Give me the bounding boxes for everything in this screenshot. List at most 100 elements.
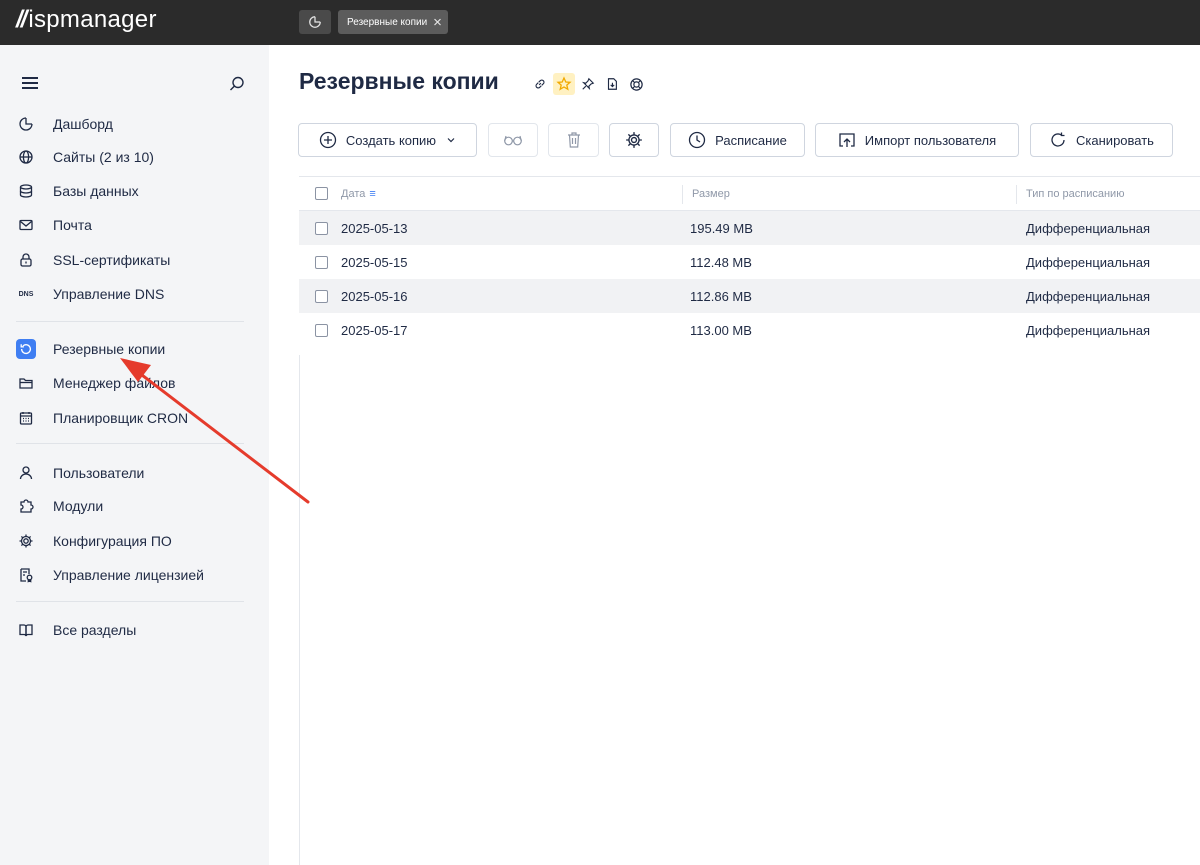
sidebar-divider bbox=[16, 443, 244, 444]
sidebar-item-dns[interactable]: DNS Управление DNS bbox=[16, 280, 165, 308]
close-icon[interactable]: × bbox=[433, 15, 442, 30]
plus-circle-icon bbox=[319, 131, 337, 149]
row-checkbox[interactable] bbox=[315, 211, 328, 245]
backup-icon bbox=[16, 339, 36, 359]
sidebar-item-label: Почта bbox=[53, 217, 92, 233]
table-row[interactable]: 2025-05-17 113.00 MB Дифференциальная bbox=[299, 313, 1200, 347]
download-doc-icon[interactable] bbox=[601, 73, 623, 95]
sidebar-item-databases[interactable]: Базы данных bbox=[16, 177, 139, 205]
table-header: Дата ≡ Размер Тип по расписанию bbox=[299, 176, 1200, 211]
mail-icon bbox=[16, 215, 36, 235]
top-bar: // ispmanager Резервные копии × bbox=[0, 0, 1200, 45]
sidebar-item-license[interactable]: Управление лицензией bbox=[16, 561, 204, 589]
pin-icon[interactable] bbox=[577, 73, 599, 95]
sidebar-item-label: Конфигурация ПО bbox=[53, 533, 172, 549]
sidebar-item-label: Управление DNS bbox=[53, 286, 165, 302]
app-logo[interactable]: // ispmanager bbox=[16, 5, 157, 35]
settings-button[interactable] bbox=[609, 123, 659, 157]
sidebar-item-label: Менеджер файлов bbox=[53, 375, 176, 391]
refresh-icon bbox=[1051, 132, 1065, 147]
sidebar: Дашборд Сайты (2 из 10) Базы данных Почт… bbox=[0, 45, 269, 865]
puzzle-icon bbox=[16, 496, 36, 516]
license-icon bbox=[16, 565, 36, 585]
sidebar-item-label: Модули bbox=[53, 498, 104, 514]
dashboard-tab[interactable] bbox=[299, 10, 331, 34]
backups-table: Дата ≡ Размер Тип по расписанию 2025-05-… bbox=[299, 176, 1200, 347]
sidebar-divider bbox=[16, 321, 244, 322]
table-row[interactable]: 2025-05-16 112.86 MB Дифференциальная bbox=[299, 279, 1200, 313]
sidebar-item-mail[interactable]: Почта bbox=[16, 211, 92, 239]
clock-icon bbox=[689, 131, 706, 149]
table-row[interactable]: 2025-05-13 195.49 MB Дифференциальная bbox=[299, 211, 1200, 245]
cell-size: 195.49 MB bbox=[690, 220, 753, 236]
column-header-schedule-type[interactable]: Тип по расписанию bbox=[1026, 177, 1124, 210]
sidebar-item-cron[interactable]: Планировщик CRON bbox=[16, 404, 188, 432]
import-user-button[interactable]: Импорт пользователя bbox=[815, 123, 1019, 157]
create-backup-label: Создать копию bbox=[345, 132, 437, 148]
scan-label: Сканировать bbox=[1076, 132, 1154, 148]
glasses-icon bbox=[504, 135, 522, 146]
help-lifebuoy-icon[interactable] bbox=[625, 73, 647, 95]
sidebar-item-modules[interactable]: Модули bbox=[16, 492, 103, 520]
sidebar-item-backups[interactable]: Резервные копии bbox=[16, 335, 165, 363]
dashboard-icon bbox=[16, 114, 36, 134]
star-icon[interactable] bbox=[553, 73, 575, 95]
sidebar-item-label: Все разделы bbox=[53, 622, 137, 638]
schedule-button[interactable]: Расписание bbox=[670, 123, 805, 157]
sidebar-item-ssl[interactable]: SSL-сертификаты bbox=[16, 246, 170, 274]
user-icon bbox=[16, 463, 36, 483]
main-panel-border bbox=[299, 355, 300, 865]
schedule-label: Расписание bbox=[715, 132, 787, 148]
create-backup-button[interactable]: Создать копию bbox=[298, 123, 477, 157]
folder-icon bbox=[16, 373, 36, 393]
cell-date: 2025-05-13 bbox=[341, 220, 408, 236]
dns-icon: DNS bbox=[18, 290, 34, 298]
sort-icon[interactable]: ≡ bbox=[369, 188, 375, 200]
lock-icon bbox=[16, 250, 36, 270]
tab-label: Резервные копии bbox=[347, 16, 428, 28]
sidebar-item-software-config[interactable]: Конфигурация ПО bbox=[16, 527, 172, 555]
sidebar-item-sites[interactable]: Сайты (2 из 10) bbox=[16, 143, 154, 171]
cell-date: 2025-05-16 bbox=[341, 288, 408, 304]
link-icon[interactable] bbox=[529, 73, 551, 95]
cell-size: 112.48 MB bbox=[690, 254, 752, 270]
cell-schedule-type: Дифференциальная bbox=[1026, 220, 1151, 236]
chevron-down-icon bbox=[447, 138, 455, 143]
row-checkbox[interactable] bbox=[315, 245, 328, 279]
gear-icon bbox=[16, 531, 36, 551]
logo-mark: // bbox=[16, 6, 27, 33]
table-row[interactable]: 2025-05-15 112.48 MB Дифференциальная bbox=[299, 245, 1200, 279]
sidebar-item-label: Резервные копии bbox=[53, 341, 166, 357]
import-user-label: Импорт пользователя bbox=[864, 132, 997, 148]
column-header-size[interactable]: Размер bbox=[692, 177, 730, 210]
logo-text: ispmanager bbox=[28, 6, 157, 33]
row-checkbox[interactable] bbox=[315, 279, 328, 313]
sidebar-item-users[interactable]: Пользователи bbox=[16, 459, 144, 487]
sidebar-item-label: Планировщик CRON bbox=[53, 410, 189, 426]
row-checkbox[interactable] bbox=[315, 313, 328, 347]
menu-icon[interactable] bbox=[22, 77, 38, 91]
view-button[interactable] bbox=[488, 123, 538, 157]
delete-button[interactable] bbox=[548, 123, 599, 157]
database-icon bbox=[16, 181, 36, 201]
cell-date: 2025-05-15 bbox=[341, 254, 408, 270]
select-all-checkbox[interactable] bbox=[315, 177, 328, 210]
tab-backups[interactable]: Резервные копии × bbox=[338, 10, 448, 34]
column-divider[interactable] bbox=[682, 185, 683, 204]
cell-schedule-type: Дифференциальная bbox=[1026, 254, 1151, 270]
cell-size: 113.00 MB bbox=[690, 322, 752, 338]
sidebar-item-label: Пользователи bbox=[53, 465, 145, 481]
column-header-date[interactable]: Дата ≡ bbox=[341, 177, 376, 210]
sidebar-item-dashboard[interactable]: Дашборд bbox=[16, 110, 113, 138]
search-icon[interactable] bbox=[228, 75, 246, 93]
title-actions bbox=[529, 73, 649, 95]
column-divider[interactable] bbox=[1016, 185, 1017, 204]
upload-icon bbox=[839, 133, 855, 147]
gear-icon bbox=[626, 132, 642, 148]
dashboard-icon bbox=[309, 16, 321, 28]
book-icon bbox=[16, 620, 36, 640]
sidebar-item-all-sections[interactable]: Все разделы bbox=[16, 616, 136, 644]
sidebar-item-file-manager[interactable]: Менеджер файлов bbox=[16, 369, 176, 397]
scan-button[interactable]: Сканировать bbox=[1030, 123, 1173, 157]
sidebar-item-label: Сайты (2 из 10) bbox=[53, 149, 154, 165]
